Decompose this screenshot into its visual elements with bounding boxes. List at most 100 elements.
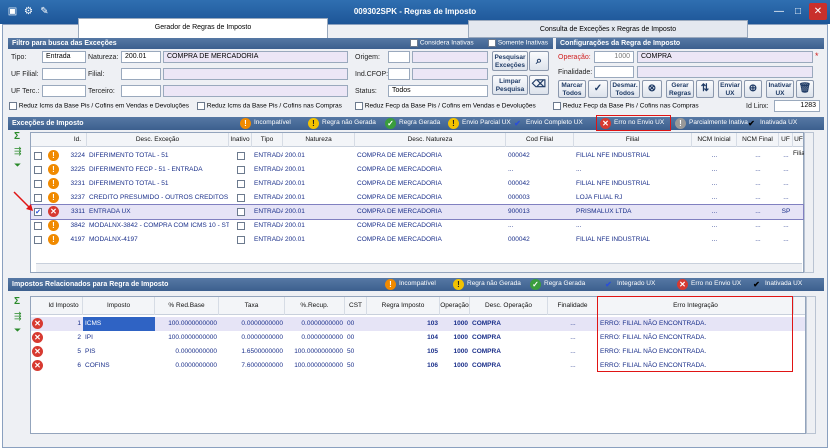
table-row[interactable]: ! 4197 MODALNX-4197 ENTRADA 200.01 COMPRA DE … [31, 233, 803, 247]
sum-icon[interactable]: Σ [14, 131, 20, 142]
col-header[interactable]: Tipo [252, 133, 283, 147]
horizontal-scrollbar[interactable] [36, 263, 802, 272]
filial-code-input[interactable] [121, 68, 161, 80]
filter-icon[interactable]: ⇶ [14, 311, 22, 322]
col-header[interactable]: % Red.Base [155, 297, 219, 315]
row-checkbox[interactable] [34, 222, 42, 230]
considera-inativas-check[interactable]: Considera Inativas [410, 39, 474, 47]
col-header[interactable]: Desc. Operação [470, 297, 548, 315]
tab-consulta[interactable]: Consulta de Exceções x Regras de Imposto [468, 20, 748, 38]
desmarcar-todos-button[interactable]: Desmar. Todos [610, 80, 640, 98]
cell-rec: 100.0000000000 [294, 348, 343, 355]
ind-cfop-desc-input[interactable] [412, 68, 488, 80]
search-icon[interactable]: ⌕ [529, 51, 549, 71]
collapse-icon[interactable]: ⏷ [14, 325, 21, 336]
sum-icon[interactable]: Σ [14, 296, 20, 307]
terceiro-desc-input[interactable] [163, 85, 348, 97]
table-row[interactable]: ! 3237 CREDITO PRESUMIDO - OUTROS CREDITOS… [31, 191, 803, 205]
row-checkbox[interactable] [34, 166, 42, 174]
row-checkbox[interactable] [34, 180, 42, 188]
collapse-icon[interactable]: ⏷ [14, 160, 21, 171]
col-header[interactable]: NCM Inicial [692, 133, 737, 147]
close-button[interactable]: ✕ [809, 3, 827, 20]
col-header[interactable]: Imposto [83, 297, 155, 315]
col-header[interactable]: Finalidade [548, 297, 598, 315]
inativo-checkbox[interactable] [237, 152, 245, 160]
origem-code-input[interactable] [388, 51, 410, 63]
col-header[interactable]: Taxa [219, 297, 285, 315]
natureza-desc-input[interactable]: COMPRA DE MERCADORIA [163, 51, 348, 63]
col-header[interactable]: Cod Filial [506, 133, 574, 147]
origem-desc-input[interactable] [412, 51, 488, 63]
table-row[interactable]: ! 3842 MODALNX-3842 - COMPRA COM ICMS 10 -… [31, 219, 803, 233]
table-row[interactable]: ! 3231 DIFERIMENTO TOTAL - 51 ENTRADA 200.01… [31, 177, 803, 191]
tab-gerador[interactable]: Gerador de Regras de Imposto [78, 18, 328, 38]
col-header[interactable]: Operação [440, 297, 470, 315]
terceiro-code-input[interactable] [121, 85, 161, 97]
col-header[interactable]: Desc. Natureza [355, 133, 506, 147]
table-row[interactable]: ! 3225 DIFERIMENTO FECP - 51 - ENTRADA ENTR… [31, 163, 803, 177]
ind-cfop-code-input[interactable] [388, 68, 410, 80]
col-header[interactable]: %.Recup. [285, 297, 345, 315]
import-icon[interactable]: ⇅ [696, 80, 714, 98]
pesquisar-button[interactable]: Pesquisar Exceções [492, 51, 528, 71]
cell-imp[interactable]: PIS [83, 345, 155, 359]
operacao-code-input[interactable]: 1000 [594, 51, 634, 63]
inativo-checkbox[interactable] [237, 222, 245, 230]
minimize-button[interactable]: — [770, 3, 788, 20]
trash-icon[interactable]: 🗑 [796, 80, 814, 98]
uf-terc-select[interactable] [42, 85, 86, 97]
filial-desc-input[interactable] [163, 68, 348, 80]
check-reduz-icms-vendas[interactable]: Reduz Icms da Base Pis / Cofins em Venda… [9, 102, 189, 110]
inativo-checkbox[interactable] [237, 208, 245, 216]
check-reduz-icms-compras[interactable]: Reduz Icms da Base Pis / Cofins nas Comp… [197, 102, 342, 110]
maximize-button[interactable]: □ [789, 3, 807, 20]
natureza-code-input[interactable]: 200.01 [121, 51, 161, 63]
check-reduz-fecp-compras[interactable]: Reduz Fecp da Base Pis / Cofins nas Comp… [553, 102, 699, 110]
col-header[interactable]: Inativo [229, 133, 252, 147]
row-checkbox[interactable] [34, 152, 42, 160]
somente-inativas-check[interactable]: Somente Inativas [488, 39, 548, 47]
vertical-scrollbar[interactable] [804, 132, 814, 273]
cell-imp[interactable]: COFINS [83, 359, 155, 373]
limpar-button[interactable]: Limpar Pesquisa [492, 75, 528, 95]
cell-imp[interactable]: IPI [83, 331, 155, 345]
eraser-icon[interactable]: ⌫ [529, 75, 549, 95]
col-header[interactable]: Natureza [283, 133, 355, 147]
table-row[interactable]: ✔ ✕ 3311 ENTRADA UX ENTRADA 200.01 COMPRA DE M… [30, 204, 804, 220]
cancel-circle-icon[interactable]: ⊗ [642, 80, 662, 98]
col-header[interactable]: Regra Imposto [367, 297, 440, 315]
inativo-checkbox[interactable] [237, 236, 245, 244]
status-select[interactable]: Todos [388, 85, 488, 97]
col-header[interactable]: Id. [69, 133, 87, 147]
col-header[interactable]: Desc. Exceção [87, 133, 229, 147]
cell-cst: 00 [347, 320, 355, 327]
col-header[interactable]: NCM Final [737, 133, 779, 147]
table-row[interactable]: ! 3224 DIFERIMENTO TOTAL - 51 ENTRADA 200.01… [31, 149, 803, 163]
inativar-ux-button[interactable]: Inativar UX [766, 80, 794, 98]
terceiro-label: Terceiro: [88, 88, 115, 95]
check-circle-icon[interactable]: ✓ [588, 80, 608, 98]
globe-icon[interactable]: ⊕ [744, 80, 762, 98]
inativo-checkbox[interactable] [237, 180, 245, 188]
gerar-regras-button[interactable]: Gerar Regras [666, 80, 694, 98]
row-checkbox[interactable] [34, 236, 42, 244]
operacao-desc-input[interactable]: COMPRA [637, 51, 813, 63]
check-reduz-fecp-vendas[interactable]: Reduz Fecp da Base Pis / Cofins em Venda… [355, 102, 536, 110]
col-header[interactable]: Filial [574, 133, 692, 147]
marcar-todos-button[interactable]: Marcar Todos [558, 80, 586, 98]
finalidade-desc-input[interactable] [637, 66, 813, 78]
finalidade-code-input[interactable] [594, 66, 634, 78]
col-header[interactable]: UF [779, 133, 793, 147]
enviar-ux-button[interactable]: Enviar UX [718, 80, 742, 98]
uf-filial-select[interactable] [42, 68, 86, 80]
vertical-scrollbar[interactable] [806, 296, 816, 434]
tipo-select[interactable]: Entrada [42, 51, 86, 63]
col-header[interactable]: CST [345, 297, 367, 315]
col-header[interactable]: Id Imposto [45, 297, 83, 315]
cell-imp[interactable]: ICMS [83, 317, 155, 331]
inativo-checkbox[interactable] [237, 194, 245, 202]
inativo-checkbox[interactable] [237, 166, 245, 174]
id-linx-input[interactable]: 1283 [774, 100, 820, 112]
filter-icon[interactable]: ⇶ [14, 146, 22, 157]
